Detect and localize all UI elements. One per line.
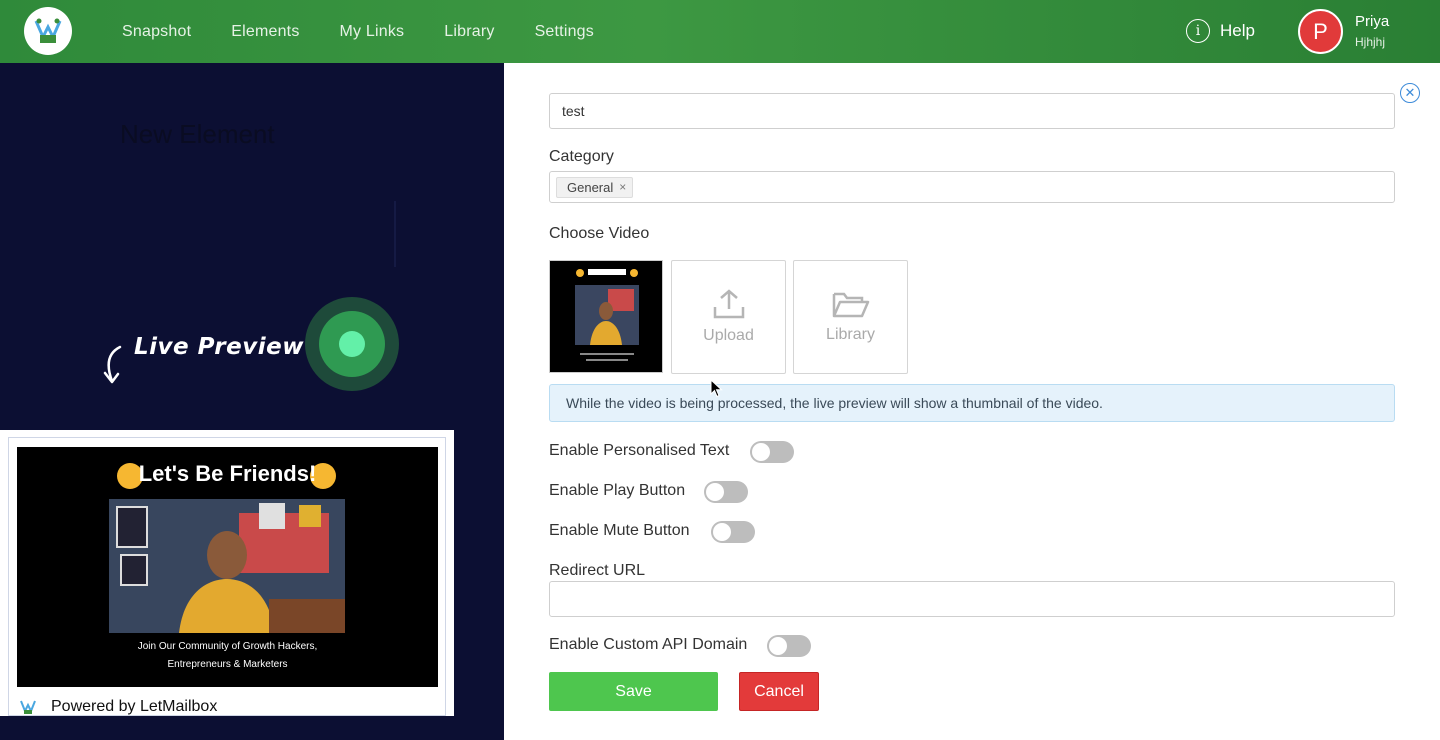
letmailbox-logo-icon xyxy=(20,700,36,714)
library-label: Library xyxy=(826,326,875,343)
folder-open-icon xyxy=(832,292,869,318)
play-button-toggle[interactable] xyxy=(704,481,748,503)
mute-button-toggle[interactable] xyxy=(711,521,755,543)
personalised-text-toggle[interactable] xyxy=(750,441,794,463)
video-frame-image xyxy=(109,499,345,633)
category-tag-label: General xyxy=(567,179,614,195)
powered-by[interactable]: Powered by LetMailbox xyxy=(19,698,217,716)
help-label: Help xyxy=(1220,21,1255,40)
cancel-button[interactable]: Cancel xyxy=(739,672,819,711)
processing-info-alert: While the video is being processed, the … xyxy=(549,384,1395,422)
divider xyxy=(394,201,396,267)
choose-video-label: Choose Video xyxy=(549,225,650,242)
person-photo-icon xyxy=(109,499,345,633)
user-name[interactable]: Priya xyxy=(1355,13,1389,30)
category-tag: General × xyxy=(556,176,634,198)
category-select[interactable]: General × xyxy=(549,171,1395,203)
upload-icon xyxy=(713,289,744,319)
custom-api-domain-toggle[interactable] xyxy=(767,635,811,657)
nav-menu: Snapshot Elements My Links Library Setti… xyxy=(122,0,634,63)
video-caption-line2: Entrepreneurs & Marketers xyxy=(167,659,288,670)
powered-by-text: Powered by LetMailbox xyxy=(51,698,218,715)
upload-label: Upload xyxy=(703,327,754,344)
curved-arrow-icon xyxy=(103,345,122,384)
preview-frame: Let's Be Friends! Join Our Community of … xyxy=(8,437,446,716)
live-preview-label: Live Preview xyxy=(134,334,304,360)
redirect-url-input[interactable] xyxy=(549,581,1395,617)
nav-my-links[interactable]: My Links xyxy=(340,23,405,41)
mute-button-label: Enable Mute Button xyxy=(549,522,690,539)
info-icon: i xyxy=(1186,19,1210,43)
personalised-text-label: Enable Personalised Text xyxy=(549,442,730,459)
close-icon[interactable]: ✕ xyxy=(1400,83,1420,103)
redirect-url-label: Redirect URL xyxy=(549,562,646,579)
library-video-button[interactable]: Library xyxy=(793,260,908,374)
live-indicator-dot xyxy=(339,331,365,357)
mouse-cursor-icon xyxy=(710,379,723,398)
help-link[interactable]: i Help xyxy=(1186,19,1255,43)
left-preview-panel: New Element Live Preview Let's Be Friend… xyxy=(0,63,504,740)
preview-video[interactable]: Let's Be Friends! Join Our Community of … xyxy=(17,447,438,687)
live-preview-card: Let's Be Friends! Join Our Community of … xyxy=(0,430,454,716)
video-title: Let's Be Friends! xyxy=(138,461,317,486)
user-subtitle: Hjhjhj xyxy=(1355,35,1386,49)
live-indicator-icon xyxy=(305,297,399,391)
category-label: Category xyxy=(549,148,614,165)
element-form-panel: ✕ test Category General × Choose Video U… xyxy=(504,63,1440,740)
save-button[interactable]: Save xyxy=(549,672,718,711)
play-button-label: Enable Play Button xyxy=(549,482,686,499)
nav-elements[interactable]: Elements xyxy=(231,23,299,41)
logo-icon xyxy=(34,18,62,43)
video-thumbnail-image xyxy=(550,261,662,372)
page-title-behind-overlay: New Element xyxy=(120,119,275,149)
upload-video-button[interactable]: Upload xyxy=(671,260,786,374)
video-caption-line1: Join Our Community of Growth Hackers, xyxy=(137,641,318,652)
nav-library[interactable]: Library xyxy=(444,23,494,41)
selected-video-thumbnail[interactable] xyxy=(549,260,663,373)
live-indicator-ring xyxy=(319,311,385,377)
element-name-input[interactable]: test xyxy=(549,93,1395,129)
remove-tag-icon[interactable]: × xyxy=(619,180,626,194)
top-navbar: Snapshot Elements My Links Library Setti… xyxy=(0,0,1440,63)
app-logo[interactable] xyxy=(24,7,72,55)
nav-snapshot[interactable]: Snapshot xyxy=(122,23,191,41)
user-avatar[interactable]: P xyxy=(1298,9,1343,54)
nav-settings[interactable]: Settings xyxy=(535,23,594,41)
custom-api-domain-label: Enable Custom API Domain xyxy=(549,636,748,653)
